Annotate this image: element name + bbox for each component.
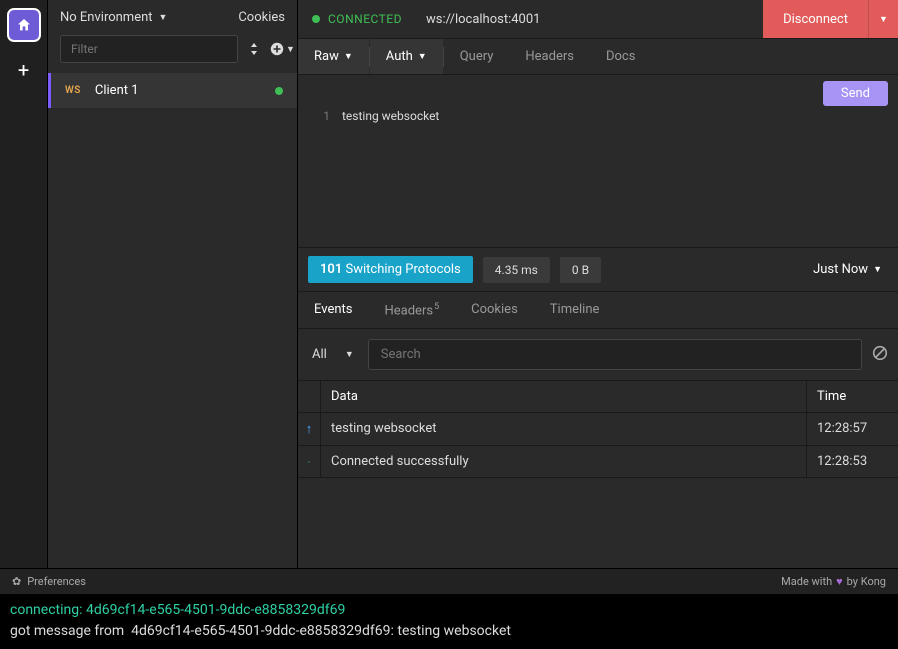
status-bar: ✿ Preferences Made with ♥ by Kong — [0, 568, 898, 594]
response-header: 101 Switching Protocols 4.35 ms 0 B Just… — [298, 247, 898, 292]
line-number: 1 — [298, 109, 342, 235]
gear-icon[interactable]: ✿ — [12, 575, 21, 588]
sort-icon — [248, 42, 260, 56]
tab-auth[interactable]: Auth▼ — [370, 39, 443, 74]
home-button[interactable] — [7, 8, 41, 42]
filter-input[interactable] — [60, 35, 238, 63]
table-header: Data Time — [298, 380, 898, 413]
events-toolbar: All▼ — [298, 329, 898, 380]
col-time: Time — [806, 381, 898, 412]
send-button[interactable]: Send — [823, 81, 888, 106]
response-age[interactable]: Just Now▼ — [813, 262, 888, 277]
tab-docs[interactable]: Docs — [590, 39, 651, 74]
caret-down-icon: ▼ — [286, 44, 295, 55]
heart-icon: ♥ — [836, 575, 843, 588]
headers-count: 5 — [434, 302, 439, 312]
message-editor[interactable]: Send 1 testing websocket — [298, 75, 898, 247]
made-by: Made with ♥ by Kong — [781, 575, 886, 588]
sort-button[interactable] — [248, 42, 260, 56]
size-badge: 0 B — [560, 257, 601, 283]
environment-selector[interactable]: No Environment ▼ — [60, 10, 167, 25]
status-dot-icon — [312, 15, 320, 23]
events-filter-select[interactable]: All▼ — [308, 341, 358, 368]
disconnect-dropdown[interactable]: ▼ — [868, 0, 898, 38]
status-badge: 101 Switching Protocols — [308, 256, 473, 283]
table-row[interactable]: Connected successfully 12:28:53 — [298, 446, 898, 478]
events-table: Data Time ↑ testing websocket 12:28:57 C… — [298, 380, 898, 478]
event-time: 12:28:57 — [806, 413, 898, 445]
preferences-link[interactable]: Preferences — [27, 575, 86, 588]
caret-down-icon: ▼ — [345, 349, 354, 360]
home-icon — [16, 17, 32, 33]
request-tabs: Raw▼ Auth▼ Query Headers Docs — [298, 39, 898, 75]
main-panel: CONNECTED ws://localhost:4001 Disconnect… — [298, 0, 898, 568]
url-display[interactable]: ws://localhost:4001 — [416, 12, 763, 27]
tab-raw[interactable]: Raw▼ — [298, 39, 369, 74]
tab-events[interactable]: Events — [298, 292, 368, 328]
sidebar: No Environment ▼ Cookies ▼ WS Client 1 — [48, 0, 298, 568]
caret-down-icon: ▼ — [159, 12, 168, 23]
connection-label: CONNECTED — [328, 12, 402, 26]
event-data: Connected successfully — [320, 446, 806, 477]
latency-badge: 4.35 ms — [483, 257, 550, 283]
response-tabs: Events Headers5 Cookies Timeline — [298, 292, 898, 329]
caret-down-icon: ▼ — [873, 264, 882, 275]
cookies-button[interactable]: Cookies — [238, 10, 285, 25]
tab-response-headers[interactable]: Headers5 — [368, 292, 455, 328]
clear-button[interactable] — [872, 345, 888, 365]
disconnect-button[interactable]: Disconnect — [763, 0, 868, 38]
sidebar-request-item[interactable]: WS Client 1 — [48, 73, 297, 108]
app-rail: + — [0, 0, 48, 568]
environment-label: No Environment — [60, 10, 153, 25]
request-type-badge: WS — [65, 85, 81, 96]
caret-down-icon: ▼ — [344, 51, 353, 62]
check-circle-icon — [298, 446, 320, 477]
event-data: testing websocket — [320, 413, 806, 445]
event-time: 12:28:53 — [806, 446, 898, 477]
request-name: Client 1 — [95, 83, 139, 98]
tab-timeline[interactable]: Timeline — [534, 292, 616, 328]
tab-response-cookies[interactable]: Cookies — [455, 292, 534, 328]
events-search-input[interactable] — [368, 339, 862, 370]
plus-circle-icon — [270, 42, 284, 56]
terminal-line: connecting: 4d69cf14-e565-4501-9ddc-e885… — [10, 602, 345, 618]
editor-content[interactable]: testing websocket — [342, 109, 439, 235]
caret-down-icon: ▼ — [418, 51, 427, 62]
terminal-line: got message from 4d69cf14-e565-4501-9ddc… — [10, 623, 511, 639]
tab-query[interactable]: Query — [444, 39, 510, 74]
create-button[interactable]: ▼ — [270, 42, 295, 56]
table-row[interactable]: ↑ testing websocket 12:28:57 — [298, 413, 898, 446]
url-bar: CONNECTED ws://localhost:4001 Disconnect… — [298, 0, 898, 39]
terminal-output: connecting: 4d69cf14-e565-4501-9ddc-e885… — [0, 594, 898, 649]
arrow-up-icon: ↑ — [298, 413, 320, 445]
col-data: Data — [320, 381, 806, 412]
status-dot-icon — [275, 87, 283, 95]
ban-icon — [872, 345, 888, 361]
tab-headers[interactable]: Headers — [509, 39, 590, 74]
new-workspace-button[interactable]: + — [18, 60, 29, 80]
connection-status: CONNECTED — [298, 2, 416, 36]
